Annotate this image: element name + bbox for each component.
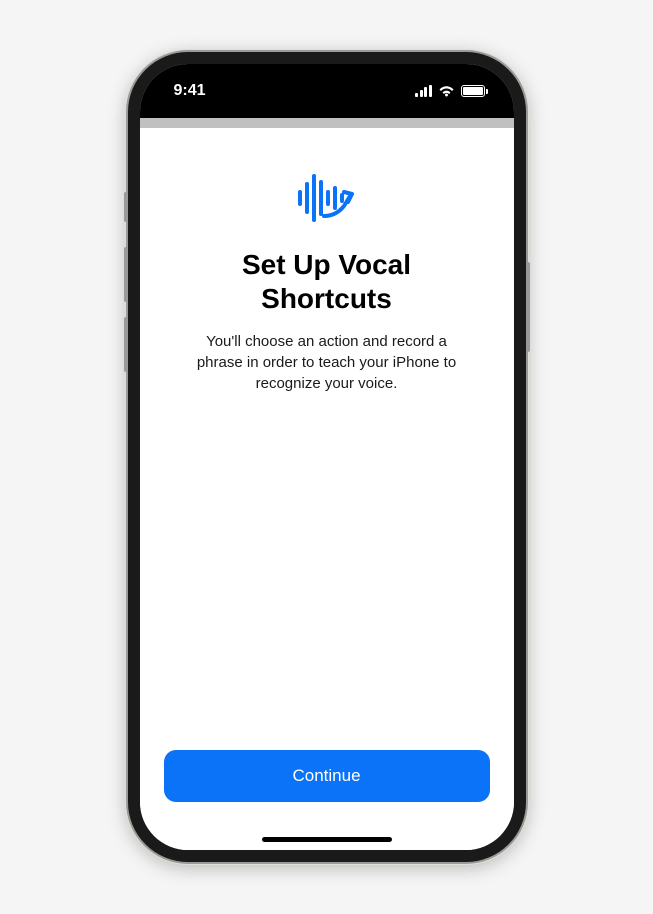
side-button [526,262,530,352]
dynamic-island [271,78,383,110]
wifi-icon [438,85,455,97]
setup-sheet: Set Up Vocal Shortcuts You'll choose an … [140,128,514,850]
page-title: Set Up Vocal Shortcuts [164,248,490,315]
volume-down-button [124,317,128,372]
sheet-backdrop [140,118,514,128]
home-indicator[interactable] [262,837,392,842]
vocal-shortcuts-icon [292,168,362,228]
page-description: You'll choose an action and record a phr… [164,331,490,394]
phone-device-frame: 9:41 [128,52,526,862]
silence-switch [124,192,128,222]
cellular-signal-icon [415,85,432,97]
phone-screen: 9:41 [140,64,514,850]
volume-up-button [124,247,128,302]
status-time: 9:41 [174,82,206,99]
continue-button[interactable]: Continue [164,750,490,802]
battery-icon [461,85,488,97]
